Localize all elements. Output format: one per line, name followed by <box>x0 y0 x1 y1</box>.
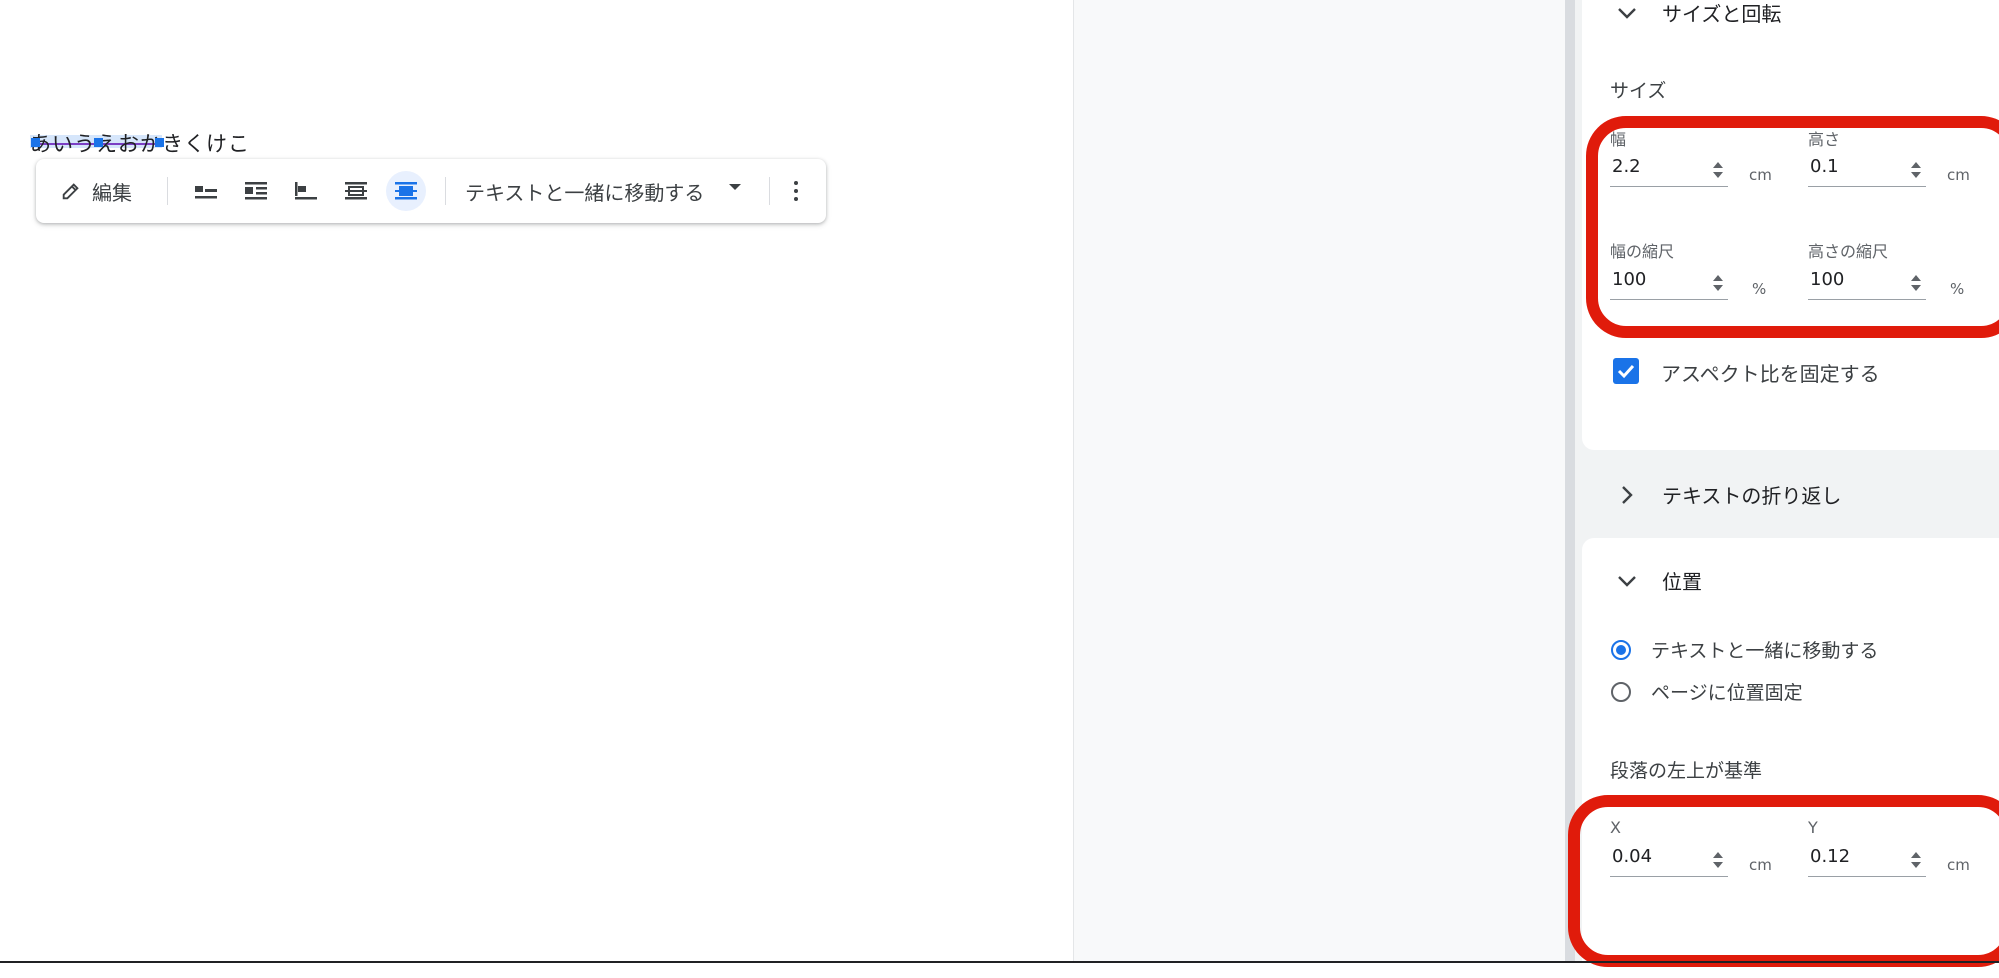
position-title: 位置 <box>1662 570 1702 594</box>
document-page[interactable]: あいうえおかきくけこ 編集 テキストと一緒に移動する <box>0 0 1073 963</box>
text-wrap-title: テキストの折り返し <box>1662 484 1842 508</box>
behind-text-button[interactable] <box>336 171 376 211</box>
position-mode-label: テキストと一緒に移動する <box>465 180 705 205</box>
position-reference-label: 段落の左上が基準 <box>1610 760 1763 782</box>
in-front-of-text-button[interactable] <box>386 171 426 211</box>
in-front-of-text-icon <box>395 182 417 200</box>
edit-image-button[interactable]: 編集 <box>60 174 132 208</box>
lock-aspect-label[interactable]: アスペクト比を固定する <box>1661 358 1880 387</box>
lock-aspect-checkbox[interactable] <box>1613 358 1639 384</box>
size-fields-highlight <box>1586 116 1999 338</box>
size-subheading: サイズ <box>1610 80 1667 102</box>
break-text-button[interactable] <box>286 171 326 211</box>
resize-handle-center[interactable] <box>94 138 103 147</box>
size-rotation-header[interactable]: サイズと回転 <box>1614 0 1781 27</box>
move-with-text-radio[interactable] <box>1611 640 1631 660</box>
chevron-down-icon <box>1618 575 1636 587</box>
pencil-icon <box>62 183 79 200</box>
chevron-right-icon <box>1622 485 1633 504</box>
more-options-icon[interactable] <box>786 179 806 203</box>
move-with-text-label[interactable]: テキストと一緒に移動する <box>1651 636 1878 663</box>
chevron-down-icon <box>1618 7 1636 19</box>
page-gutter <box>1073 0 1566 963</box>
document-text[interactable]: あいうえおかきくけこ <box>30 128 250 158</box>
position-header[interactable]: 位置 <box>1614 566 1702 595</box>
position-mode-dropdown[interactable]: テキストと一緒に移動する <box>465 174 704 208</box>
text-wrap-header[interactable]: テキストの折り返し <box>1614 480 1841 509</box>
inline-wrap-icon <box>195 186 217 199</box>
toolbar-divider <box>445 177 446 205</box>
wrap-text-icon <box>245 182 267 200</box>
toolbar-divider <box>167 177 168 205</box>
fix-on-page-radio[interactable] <box>1611 682 1631 702</box>
toolbar-divider <box>769 177 770 205</box>
image-options-toolbar: 編集 テキストと一緒に移動する <box>36 159 826 223</box>
resize-handle-left[interactable] <box>31 138 40 147</box>
wrap-text-button[interactable] <box>236 171 276 211</box>
edit-label: 編集 <box>92 180 132 205</box>
image-options-panel: サイズと回転 サイズ 幅 2.2 cm 高さ 0.1 cm 幅の縮尺 100 %… <box>1568 0 1999 978</box>
resize-handle-right[interactable] <box>155 138 164 147</box>
behind-text-icon <box>345 182 367 200</box>
wrap-inline-button[interactable] <box>186 171 226 211</box>
dropdown-caret-icon[interactable] <box>729 184 741 190</box>
position-fields-highlight <box>1568 795 1999 967</box>
size-rotation-title: サイズと回転 <box>1662 2 1782 26</box>
fix-on-page-label[interactable]: ページに位置固定 <box>1651 678 1803 705</box>
break-text-icon <box>295 182 317 200</box>
checkmark-icon <box>1617 364 1635 379</box>
